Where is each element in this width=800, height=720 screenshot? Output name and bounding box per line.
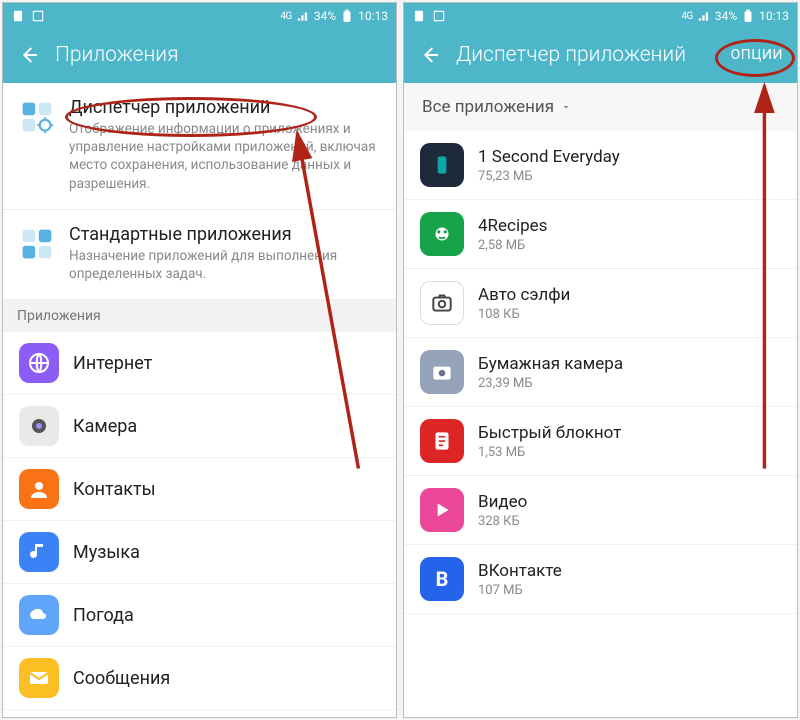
battery-text: 34% bbox=[715, 9, 737, 23]
app-manager-icon bbox=[19, 99, 55, 135]
app-row[interactable]: Быстрый блокнот 1,53 МБ bbox=[404, 407, 797, 476]
app-name: 4Recipes bbox=[478, 216, 547, 236]
battery-text: 34% bbox=[314, 9, 336, 23]
app-icon bbox=[420, 212, 464, 256]
app-size: 107 МБ bbox=[478, 583, 562, 598]
app-icon bbox=[420, 143, 464, 187]
content: Все приложения 1 Second Everyday 75,23 М… bbox=[404, 83, 797, 717]
page-title: Диспетчер приложений bbox=[456, 43, 715, 67]
default-apps-desc: Назначение приложений для выполнения опр… bbox=[69, 247, 380, 283]
app-icon bbox=[420, 419, 464, 463]
battery-icon bbox=[340, 9, 354, 23]
section-header: Приложения bbox=[3, 300, 396, 332]
app-label: Погода bbox=[73, 605, 134, 626]
appbar: Приложения bbox=[3, 29, 396, 83]
app-manager-desc: Отображение информации о приложениях и у… bbox=[69, 120, 380, 193]
default-apps-title: Стандартные приложения bbox=[69, 224, 380, 245]
app-row[interactable]: Авто сэлфи 108 КБ bbox=[404, 269, 797, 338]
app-icon bbox=[420, 350, 464, 394]
app-row[interactable]: Камера bbox=[3, 395, 396, 458]
phone-right: 4G 34% 10:13 Диспетчер приложений ОПЦИИ … bbox=[403, 2, 798, 718]
clock-text: 10:13 bbox=[358, 9, 388, 23]
screenshot-icon bbox=[432, 9, 446, 23]
filter-label: Все приложения bbox=[422, 97, 554, 117]
app-size: 23,39 МБ bbox=[478, 376, 623, 391]
app-row[interactable]: Интернет bbox=[3, 332, 396, 395]
filter-dropdown[interactable]: Все приложения bbox=[404, 83, 797, 131]
app-label: Контакты bbox=[73, 479, 156, 500]
app-label: Сообщения bbox=[73, 668, 170, 689]
clock-text: 10:13 bbox=[759, 9, 789, 23]
app-row[interactable]: Музыка bbox=[3, 521, 396, 584]
battery-icon bbox=[741, 9, 755, 23]
page-title: Приложения bbox=[55, 43, 382, 67]
sim-icon bbox=[412, 9, 426, 23]
setting-app-manager[interactable]: Диспетчер приложений Отображение информа… bbox=[3, 83, 396, 210]
app-name: Быстрый блокнот bbox=[478, 423, 621, 443]
app-icon bbox=[19, 532, 59, 572]
phone-left: 4G 34% 10:13 Приложения Диспетчер прилож… bbox=[2, 2, 397, 718]
app-icon: B bbox=[420, 557, 464, 601]
options-button[interactable]: ОПЦИИ bbox=[731, 47, 783, 63]
signal-icon bbox=[296, 9, 310, 23]
app-icon bbox=[19, 343, 59, 383]
app-row[interactable]: 1 Second Everyday 75,23 МБ bbox=[404, 131, 797, 200]
app-name: ВКонтакте bbox=[478, 561, 562, 581]
app-icon bbox=[420, 281, 464, 325]
content: Диспетчер приложений Отображение информа… bbox=[3, 83, 396, 717]
network-label: 4G bbox=[280, 11, 291, 22]
app-label: Камера bbox=[73, 416, 137, 437]
app-name: Бумажная камера bbox=[478, 354, 623, 374]
app-size: 1,53 МБ bbox=[478, 445, 621, 460]
screenshot-icon bbox=[31, 9, 45, 23]
app-label: Музыка bbox=[73, 542, 140, 563]
app-size: 328 КБ bbox=[478, 514, 527, 529]
statusbar: 4G 34% 10:13 bbox=[404, 3, 797, 29]
default-apps-icon bbox=[19, 226, 55, 262]
signal-icon bbox=[697, 9, 711, 23]
app-row[interactable]: Погода bbox=[3, 584, 396, 647]
app-icon bbox=[19, 658, 59, 698]
app-name: Авто сэлфи bbox=[478, 285, 570, 305]
app-name: Видео bbox=[478, 492, 527, 512]
app-row[interactable]: 4Recipes 2,58 МБ bbox=[404, 200, 797, 269]
app-row[interactable]: Контакты bbox=[3, 458, 396, 521]
app-row[interactable]: Бумажная камера 23,39 МБ bbox=[404, 338, 797, 407]
statusbar: 4G 34% 10:13 bbox=[3, 3, 396, 29]
back-icon[interactable] bbox=[17, 44, 39, 66]
chevron-down-icon bbox=[560, 101, 572, 113]
app-icon bbox=[19, 469, 59, 509]
app-size: 75,23 МБ bbox=[478, 169, 620, 184]
setting-default-apps[interactable]: Стандартные приложения Назначение прилож… bbox=[3, 210, 396, 300]
appbar: Диспетчер приложений ОПЦИИ bbox=[404, 29, 797, 83]
app-icon bbox=[420, 488, 464, 532]
network-label: 4G bbox=[681, 11, 692, 22]
app-name: 1 Second Everyday bbox=[478, 147, 620, 167]
app-row[interactable]: Сообщения bbox=[3, 647, 396, 710]
app-row[interactable]: Видео 328 КБ bbox=[404, 476, 797, 545]
app-manager-title: Диспетчер приложений bbox=[69, 97, 380, 118]
app-row[interactable]: B ВКонтакте 107 МБ bbox=[404, 545, 797, 614]
sim-icon bbox=[11, 9, 25, 23]
app-label: Интернет bbox=[73, 353, 152, 374]
app-icon bbox=[19, 406, 59, 446]
app-size: 2,58 МБ bbox=[478, 238, 547, 253]
back-icon[interactable] bbox=[418, 44, 440, 66]
app-size: 108 КБ bbox=[478, 307, 570, 322]
app-icon bbox=[19, 595, 59, 635]
